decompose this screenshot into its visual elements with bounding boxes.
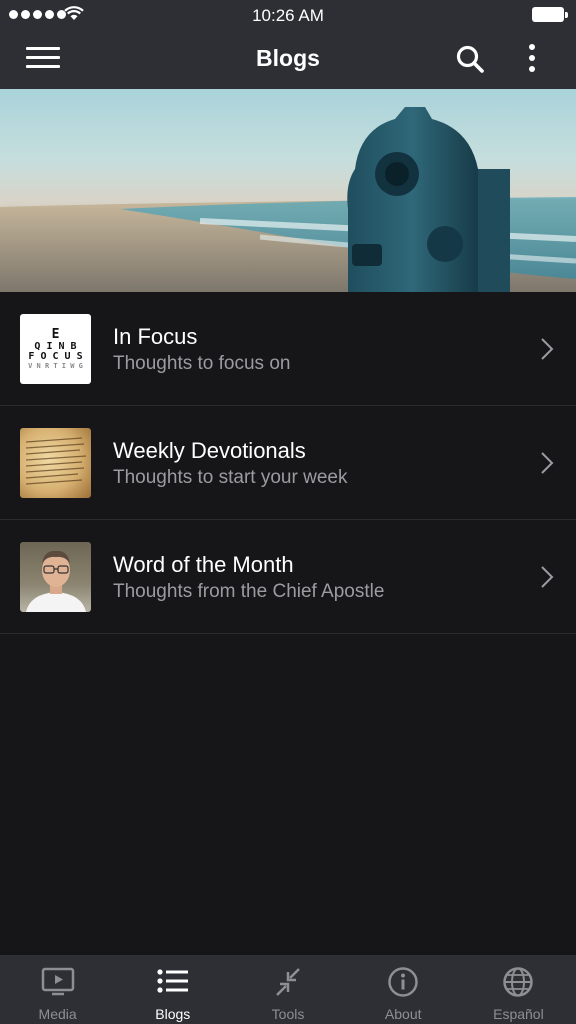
blog-title: Word of the Month <box>113 552 294 577</box>
blog-title: In Focus <box>113 324 198 349</box>
info-icon <box>388 967 418 997</box>
tab-label: Tools <box>271 1006 305 1022</box>
tab-about[interactable]: About <box>346 955 461 1024</box>
tab-media[interactable]: Media <box>0 955 115 1024</box>
play-screen-icon <box>41 967 74 996</box>
globe-icon <box>503 967 534 997</box>
tab-label: Español <box>493 1006 544 1022</box>
status-bar: 10:26 AM <box>0 0 576 30</box>
blog-list: E Q I N B F O C U S V N R T I W G In Foc… <box>0 292 576 634</box>
compress-arrows-icon <box>276 968 300 996</box>
blog-subtitle: Thoughts from the Chief Apostle <box>113 581 385 602</box>
chevron-right-icon <box>541 338 554 360</box>
tab-tools[interactable]: Tools <box>230 955 345 1024</box>
blog-title: Weekly Devotionals <box>113 438 306 463</box>
page-title: Blogs <box>256 45 320 71</box>
tab-bar: Media Blogs Tools About Español <box>0 955 576 1024</box>
blog-subtitle: Thoughts to focus on <box>113 353 291 374</box>
battery-icon <box>532 7 568 22</box>
tab-blogs[interactable]: Blogs <box>115 955 230 1024</box>
tab-label: Blogs <box>155 1006 191 1022</box>
chevron-right-icon <box>541 452 554 474</box>
hero-banner-image <box>0 89 576 292</box>
tab-label: About <box>384 1006 422 1022</box>
list-item-weekly-devotionals[interactable]: Weekly Devotionals Thoughts to start you… <box>0 406 576 520</box>
eye-chart-thumbnail: E Q I N B F O C U S V N R T I W G <box>20 314 91 384</box>
chevron-right-icon <box>541 566 554 588</box>
avatar <box>20 542 91 612</box>
more-options-icon[interactable] <box>526 44 538 74</box>
status-time: 10:26 AM <box>252 6 324 25</box>
nav-bar: Blogs <box>0 30 576 89</box>
blog-subtitle: Thoughts to start your week <box>113 467 348 488</box>
list-item-in-focus[interactable]: E Q I N B F O C U S V N R T I W G In Foc… <box>0 292 576 406</box>
bible-page-thumbnail <box>20 428 91 498</box>
tab-espanol[interactable]: Español <box>461 955 576 1024</box>
list-icon <box>157 969 188 993</box>
beach-binocular-illustration <box>0 107 576 292</box>
search-icon[interactable] <box>455 44 485 74</box>
list-item-word-of-the-month[interactable]: Word of the Month Thoughts from the Chie… <box>0 520 576 634</box>
tab-label: Media <box>38 1006 77 1022</box>
